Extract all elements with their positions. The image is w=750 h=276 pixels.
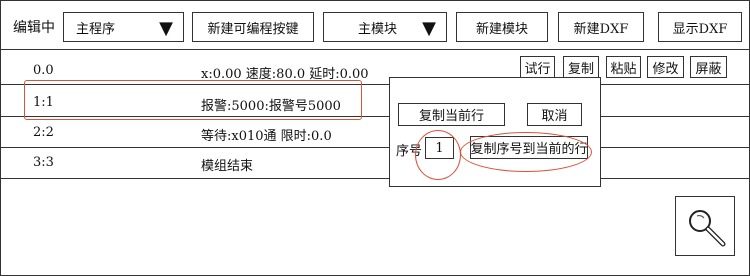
annotation-ellipse — [460, 132, 592, 172]
program-select-value: 主程序 — [76, 21, 116, 37]
show-dxf-button[interactable]: 显示DXF — [658, 12, 742, 42]
program-select[interactable]: 主程序 ▼ — [63, 12, 184, 42]
paste-button[interactable]: 粘贴 — [606, 56, 641, 78]
new-programmable-key-button[interactable]: 新建可编程按键 — [192, 12, 314, 42]
row-index: 0.0 — [33, 63, 54, 78]
row-text: 等待:x010通 限时:0.0 — [201, 129, 332, 144]
cancel-button[interactable]: 取消 — [527, 103, 582, 126]
chevron-down-icon: ▼ — [159, 18, 173, 39]
test-run-button[interactable]: 试行 — [520, 56, 555, 78]
modify-button[interactable]: 修改 — [647, 56, 684, 78]
highlight-annotation — [24, 80, 362, 120]
shield-button[interactable]: 屏蔽 — [690, 56, 727, 78]
module-select[interactable]: 主模块 ▼ — [323, 12, 447, 42]
row-index: 2:2 — [33, 125, 54, 140]
copy-dialog: 复制当前行 取消 序号 1 复制序号到当前的行 — [389, 77, 601, 187]
editor-window: 编辑中 主程序 ▼ 新建可编程按键 主模块 ▼ 新建模块 新建DXF 显示DXF… — [0, 0, 750, 276]
new-module-button[interactable]: 新建模块 — [456, 12, 548, 42]
row-text: 模组结束 — [201, 159, 254, 174]
copy-current-row-button[interactable]: 复制当前行 — [398, 103, 505, 126]
header-bar: 编辑中 主程序 ▼ 新建可编程按键 主模块 ▼ 新建模块 新建DXF 显示DXF — [1, 1, 749, 50]
search-button[interactable] — [675, 196, 735, 256]
new-dxf-button[interactable]: 新建DXF — [558, 12, 644, 42]
copy-button[interactable]: 复制 — [563, 56, 599, 78]
annotation-circle — [415, 130, 461, 180]
row-divider — [1, 147, 749, 148]
row-divider — [1, 178, 749, 179]
chevron-down-icon: ▼ — [422, 18, 436, 39]
module-select-value: 主模块 — [358, 21, 398, 37]
search-icon — [689, 210, 726, 247]
edit-status-label: 编辑中 — [13, 20, 55, 36]
row-index: 3:3 — [33, 155, 54, 170]
